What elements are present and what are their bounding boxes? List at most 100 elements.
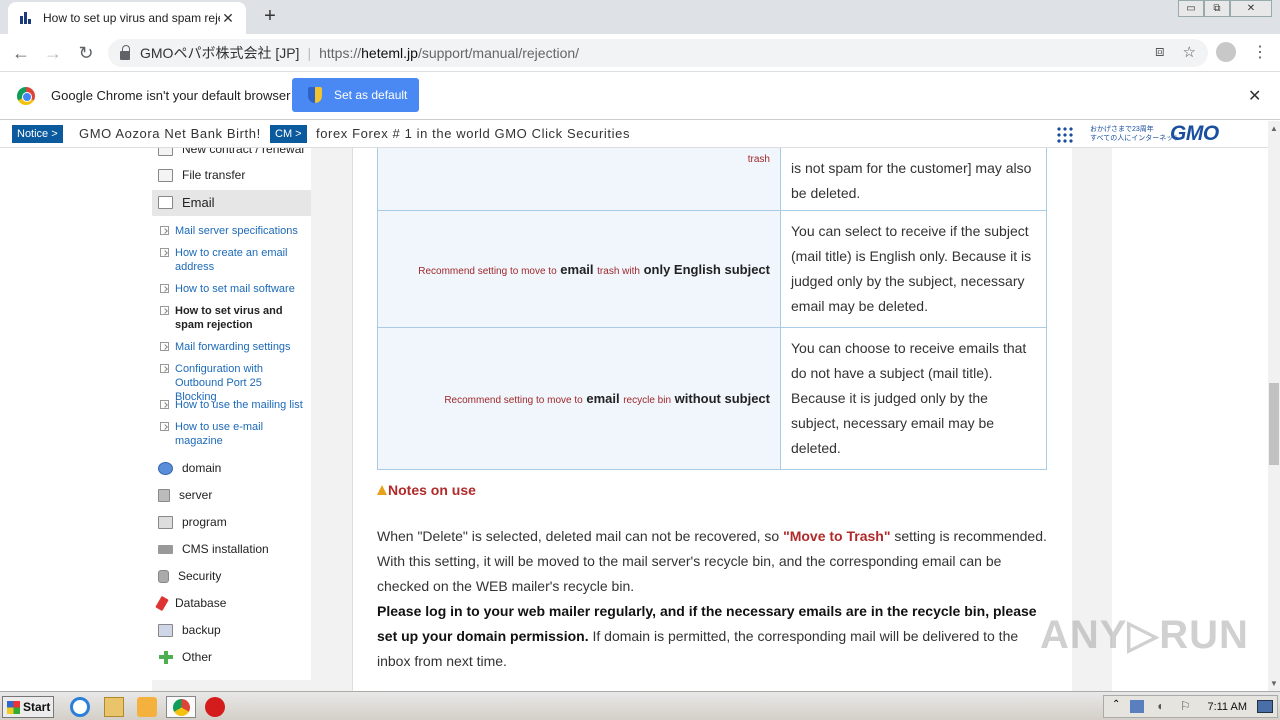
address-bar[interactable]: GMOペパボ株式会社 [JP] | https:// heteml.jp /su… — [108, 39, 1208, 67]
table-label-cell: Recommend setting to move to email trash… — [377, 210, 781, 328]
sidebar-sub-create-address[interactable]: How to create an email address — [160, 246, 303, 274]
sidebar-item-program[interactable]: program — [158, 511, 227, 533]
sidebar-item-label: domain — [182, 461, 222, 475]
arrow-box-icon — [160, 422, 169, 431]
site-identity[interactable]: GMOペパボ株式会社 [JP] — [140, 43, 299, 63]
sub-label: How to set mail software — [175, 283, 295, 295]
notes-heading-text: Notes on use — [388, 482, 476, 498]
sub-label: Mail forwarding settings — [175, 341, 291, 353]
reload-button[interactable]: ↻ — [75, 42, 97, 64]
cm-badge[interactable]: CM > — [270, 125, 307, 143]
bookmark-star-icon[interactable]: ☆ — [1183, 43, 1196, 61]
news-ticker: Notice > GMO Aozora Net Bank Birth! CM >… — [0, 121, 1268, 148]
tray-expand-icon[interactable]: ⌃ — [1112, 699, 1120, 710]
browser-tab[interactable]: How to set up virus and spam rejection ✕ — [8, 2, 246, 34]
minimize-button[interactable]: ▭ — [1178, 0, 1204, 17]
sidebar-item-email[interactable]: Email — [158, 191, 215, 213]
notes-text: When "Delete" is selected, deleted mail … — [377, 528, 780, 544]
url-protocol: https:// — [319, 45, 362, 61]
sidebar-item-label: Security — [178, 569, 222, 583]
sidebar-item-label: CMS installation — [182, 542, 269, 556]
sidebar-item-security[interactable]: Security — [158, 565, 221, 587]
new-tab-button[interactable]: + — [258, 5, 282, 29]
sidebar-item-domain[interactable]: domain — [158, 457, 221, 479]
cart-icon — [158, 544, 173, 554]
page-content: New contract / renewal File transfer Ema… — [0, 148, 1268, 691]
sidebar-sub-mailing-list[interactable]: How to use the mailing list — [160, 398, 303, 412]
gutter-left — [311, 148, 352, 691]
browser-toolbar: ← → ↻ GMOペパボ株式会社 [JP] | https:// heteml.… — [0, 34, 1280, 72]
sidebar-sub-virus-spam[interactable]: How to set virus and spam rejection — [160, 304, 303, 332]
tab-strip: How to set up virus and spam rejection ✕… — [0, 0, 1280, 34]
default-browser-infobar: Google Chrome isn't your default browser… — [0, 72, 1280, 120]
taskbar-clock[interactable]: 7:11 AM — [1207, 701, 1247, 713]
sidebar-sub-magazine[interactable]: How to use e-mail magazine — [160, 420, 303, 448]
back-button[interactable]: ← — [10, 42, 32, 64]
sidebar-sub-mail-software[interactable]: How to set mail software — [160, 282, 303, 296]
profile-avatar[interactable] — [1216, 42, 1236, 62]
tab-close-icon[interactable]: ✕ — [220, 10, 236, 27]
sidebar-sub-mail-server[interactable]: Mail server specifications — [160, 224, 303, 238]
arrow-box-icon — [160, 342, 169, 351]
file-transfer-icon — [158, 168, 173, 182]
notice-badge[interactable]: Notice > — [12, 125, 63, 143]
label-bold: without subject — [674, 391, 770, 406]
table-row: Recommend setting to move to email trash… — [377, 210, 1047, 328]
scroll-down-icon[interactable]: ▼ — [1270, 679, 1278, 688]
email-icon — [158, 195, 173, 209]
restore-button[interactable]: ⧉ — [1204, 0, 1230, 17]
sidebar-item-contract[interactable]: New contract / renewal — [158, 148, 304, 160]
sidebar-item-label: File transfer — [182, 168, 246, 182]
chrome-menu-icon[interactable]: ⋮ — [1252, 42, 1268, 62]
start-label: Start — [23, 700, 51, 714]
sub-label: Mail server specifications — [175, 225, 298, 237]
set-as-default-button[interactable]: Set as default — [292, 78, 419, 112]
gmo-tagline-2: すべての人にインターネット — [1090, 135, 1181, 142]
url-host: heteml.jp — [361, 45, 418, 61]
alert-app-icon[interactable] — [205, 697, 225, 717]
gutter-right — [1072, 148, 1112, 691]
sidebar-item-backup[interactable]: backup — [158, 619, 221, 641]
media-player-icon[interactable] — [137, 697, 157, 717]
sidebar-item-database[interactable]: Database — [155, 592, 226, 614]
page-scrollbar[interactable]: ▲ ▼ — [1268, 121, 1280, 691]
show-desktop-icon[interactable] — [1257, 700, 1273, 713]
label-pre: Recommend setting to move to — [418, 265, 557, 277]
uac-shield-icon — [308, 87, 322, 103]
translate-icon[interactable]: ⧈ — [1155, 43, 1165, 61]
chrome-taskbar-button[interactable] — [166, 696, 196, 718]
explorer-folder-icon[interactable] — [104, 697, 124, 717]
sidebar-sub-forwarding[interactable]: Mail forwarding settings — [160, 340, 303, 354]
sidebar-item-server[interactable]: server — [158, 484, 212, 506]
lock-icon[interactable] — [120, 44, 130, 60]
volume-icon[interactable]: ◖ — [1156, 699, 1163, 713]
start-button[interactable]: Start — [2, 696, 54, 718]
internet-explorer-icon[interactable] — [70, 697, 90, 717]
sidebar-item-cms[interactable]: CMS installation — [158, 538, 269, 560]
label-small: trash — [747, 154, 770, 165]
arrow-box-icon — [160, 226, 169, 235]
globe-icon — [158, 461, 173, 475]
notice-link[interactable]: GMO Aozora Net Bank Birth! — [79, 126, 261, 141]
action-center-flag-icon[interactable]: ⚐ — [1180, 699, 1191, 713]
table-desc-cell: is not spam for the customer] may also b… — [780, 148, 1047, 211]
cm-link[interactable]: forex Forex # 1 in the world GMO Click S… — [316, 126, 630, 141]
sidebar-item-other[interactable]: Other — [158, 646, 212, 668]
network-icon[interactable] — [1130, 700, 1144, 713]
sub-label: How to use e-mail magazine — [175, 421, 264, 447]
window-close-button[interactable]: ✕ — [1230, 0, 1272, 17]
forward-button[interactable]: → — [42, 42, 64, 64]
sub-label: How to create an email address — [175, 247, 288, 273]
arrow-box-icon — [160, 248, 169, 257]
gmo-tagline-1: おかげさまで23周年 — [1090, 126, 1154, 133]
scroll-up-icon[interactable]: ▲ — [1270, 124, 1278, 133]
pin-icon — [155, 595, 169, 611]
label-email: email — [560, 261, 594, 277]
scroll-thumb[interactable] — [1269, 383, 1279, 465]
address-separator: | — [307, 45, 312, 61]
sidebar-item-label: Email — [182, 194, 215, 210]
infobar-close-icon[interactable]: ✕ — [1248, 86, 1261, 106]
gmo-logo[interactable]: GMO — [1170, 122, 1219, 146]
sidebar-item-file-transfer[interactable]: File transfer — [158, 164, 245, 186]
label-pre: Recommend setting to move to — [444, 395, 583, 406]
